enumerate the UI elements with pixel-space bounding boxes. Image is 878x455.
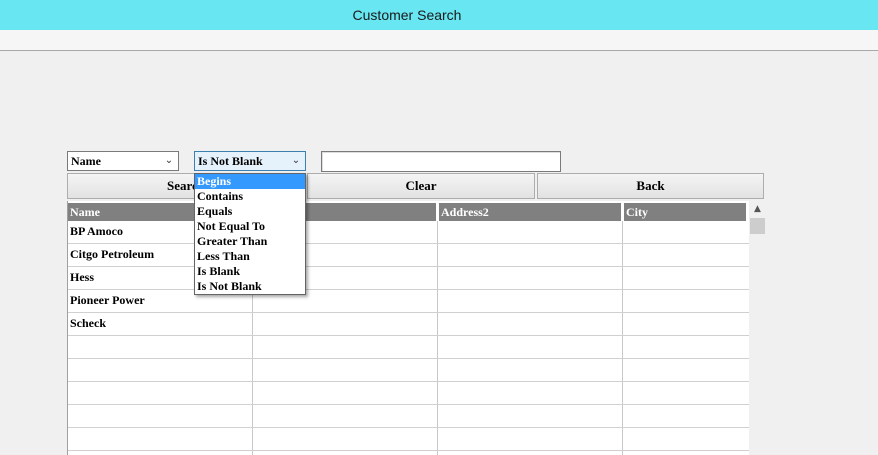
title-bar: Customer Search (0, 0, 878, 30)
scroll-up-icon[interactable]: ▲ (749, 201, 766, 217)
chevron-down-icon: ⌄ (291, 155, 301, 166)
table-row[interactable] (68, 382, 749, 405)
operator-option-not-equal-to[interactable]: Not Equal To (195, 219, 305, 234)
name-cell: Scheck (70, 316, 106, 330)
operator-option-equals[interactable]: Equals (195, 204, 305, 219)
menu-bar (0, 30, 878, 51)
table-row[interactable]: BP Amoco (68, 221, 749, 244)
chevron-down-icon: ⌄ (164, 155, 174, 166)
table-row[interactable] (68, 428, 749, 451)
back-button[interactable]: Back (537, 173, 764, 199)
name-cell: Hess (70, 270, 94, 284)
name-cell: Pioneer Power (70, 293, 145, 307)
table-row[interactable] (68, 336, 749, 359)
operator-option-is-blank[interactable]: Is Blank (195, 264, 305, 279)
operator-option-less-than[interactable]: Less Than (195, 249, 305, 264)
vertical-scrollbar[interactable]: ▲ (749, 201, 766, 455)
window-title: Customer Search (352, 7, 462, 23)
operator-option-begins[interactable]: Begins (195, 174, 305, 189)
column-header-address2[interactable]: Address2 (439, 203, 621, 221)
table-row[interactable] (68, 405, 749, 428)
table-row[interactable]: Scheck (68, 313, 749, 336)
field-select-value: Name (71, 154, 101, 168)
table-row[interactable]: Hess (68, 267, 749, 290)
clear-button[interactable]: Clear (307, 173, 535, 199)
operator-option-greater-than[interactable]: Greater Than (195, 234, 305, 249)
column-header-city[interactable]: City (624, 203, 746, 221)
operator-select-value: Is Not Blank (198, 154, 263, 168)
operator-option-contains[interactable]: Contains (195, 189, 305, 204)
name-cell: Citgo Petroleum (70, 247, 155, 261)
search-value-input[interactable] (321, 151, 561, 172)
table-row[interactable]: Citgo Petroleum (68, 244, 749, 267)
table-row[interactable] (68, 359, 749, 382)
operator-dropdown-list[interactable]: Begins Contains Equals Not Equal To Grea… (194, 173, 306, 295)
results-grid[interactable]: Name Address1 Address2 City BP Amoco Cit… (67, 201, 749, 455)
scrollbar-thumb[interactable] (750, 218, 765, 234)
field-select[interactable]: Name ⌄ (67, 151, 179, 171)
table-row[interactable]: Pioneer Power (68, 290, 749, 313)
operator-select[interactable]: Is Not Blank ⌄ (194, 151, 306, 171)
name-cell: BP Amoco (70, 224, 123, 238)
operator-option-is-not-blank[interactable]: Is Not Blank (195, 279, 305, 294)
